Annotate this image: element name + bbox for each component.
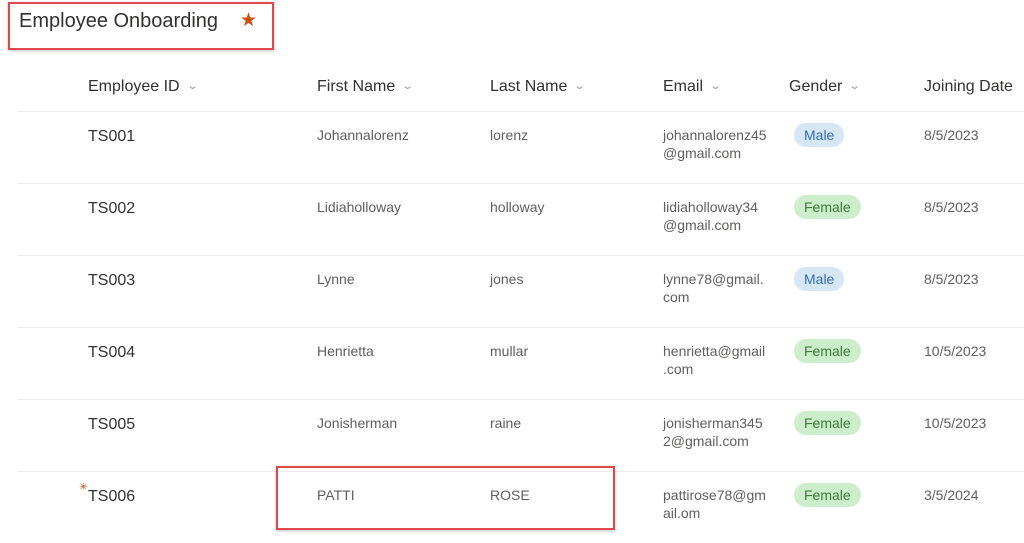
first-name-cell: Johannalorenz	[317, 127, 409, 143]
chevron-down-icon: ⌄	[709, 80, 723, 92]
gender-badge: Male	[794, 123, 845, 147]
table-row[interactable]: TS002 Lidiaholloway holloway lidiahollow…	[18, 184, 1024, 256]
employee-id-cell[interactable]: TS005	[88, 416, 135, 434]
email-cell: johannalorenz45 @gmail.com	[663, 127, 767, 161]
gender-badge: Female	[794, 483, 861, 507]
list-title: Employee Onboarding	[19, 10, 219, 32]
email-cell: henrietta@gmail .com	[663, 343, 766, 377]
column-header-employee-id[interactable]: Employee ID ⌄	[88, 78, 199, 96]
joining-date-cell: 8/5/2023	[924, 127, 979, 143]
table-row[interactable]: TS004 Henrietta mullar henrietta@gmail .c…	[18, 328, 1024, 400]
chevron-down-icon: ⌄	[185, 80, 199, 92]
email-cell: jonisherman345 2@gmail.com	[663, 415, 763, 449]
first-name-cell: Henrietta	[317, 343, 374, 359]
name-highlight-annotation	[276, 466, 615, 530]
new-item-sparkle-icon: ✳	[79, 482, 88, 493]
joining-date-cell: 10/5/2023	[924, 415, 987, 431]
joining-date-cell: 10/5/2023	[924, 343, 987, 359]
last-name-cell: jones	[490, 271, 524, 287]
gender-badge: Male	[794, 267, 845, 291]
first-name-cell: Jonisherman	[317, 415, 398, 431]
chevron-down-icon: ⌄	[848, 80, 862, 92]
table-row[interactable]: TS001 Johannalorenz lorenz johannalorenz…	[18, 112, 1024, 184]
employee-id-cell[interactable]: TS003	[88, 272, 135, 290]
gender-cell: Female	[794, 411, 861, 435]
joining-date-cell: 3/5/2024	[924, 487, 979, 503]
last-name-cell: mullar	[490, 343, 529, 359]
table-row[interactable]: TS005 Jonisherman raine jonisherman345 2@…	[18, 400, 1024, 472]
email-cell: lynne78@gmail. com	[663, 271, 764, 305]
column-header-gender[interactable]: Gender ⌄	[789, 78, 862, 96]
column-header-last-name[interactable]: Last Name ⌄	[490, 78, 587, 96]
gender-cell: Male	[794, 267, 845, 291]
employee-id-cell[interactable]: TS001	[88, 128, 135, 146]
gender-cell: Female	[794, 339, 861, 363]
employee-id-cell[interactable]: TS002	[88, 200, 135, 218]
gender-cell: Female	[794, 483, 861, 507]
email-cell: pattirose78@gm ail.om	[663, 487, 766, 521]
column-header-joining-date[interactable]: Joining Date	[924, 78, 1013, 96]
first-name-cell: Lynne	[317, 271, 355, 287]
table-header: Employee ID ⌄ First Name ⌄ Last Name ⌄ Emai…	[18, 64, 1024, 112]
gender-cell: Male	[794, 123, 845, 147]
chevron-down-icon: ⌄	[401, 80, 415, 92]
joining-date-cell: 8/5/2023	[924, 199, 979, 215]
table-row[interactable]: TS003 Lynne jones lynne78@gmail. com Male…	[18, 256, 1024, 328]
gender-cell: Female	[794, 195, 861, 219]
employee-id-cell[interactable]: TS006	[88, 488, 135, 506]
last-name-cell: lorenz	[490, 127, 529, 143]
column-header-first-name[interactable]: First Name ⌄	[317, 78, 415, 96]
column-header-email[interactable]: Email ⌄	[663, 78, 723, 96]
gender-badge: Female	[794, 195, 861, 219]
gender-badge: Female	[794, 411, 861, 435]
joining-date-cell: 8/5/2023	[924, 271, 979, 287]
employee-id-cell[interactable]: TS004	[88, 344, 135, 362]
first-name-cell: Lidiaholloway	[317, 199, 402, 215]
last-name-cell: raine	[490, 415, 522, 431]
gender-badge: Female	[794, 339, 861, 363]
last-name-cell: holloway	[490, 199, 545, 215]
star-icon[interactable]: ★	[240, 9, 257, 32]
chevron-down-icon: ⌄	[573, 80, 587, 92]
email-cell: lidiaholloway34 @gmail.com	[663, 199, 758, 233]
